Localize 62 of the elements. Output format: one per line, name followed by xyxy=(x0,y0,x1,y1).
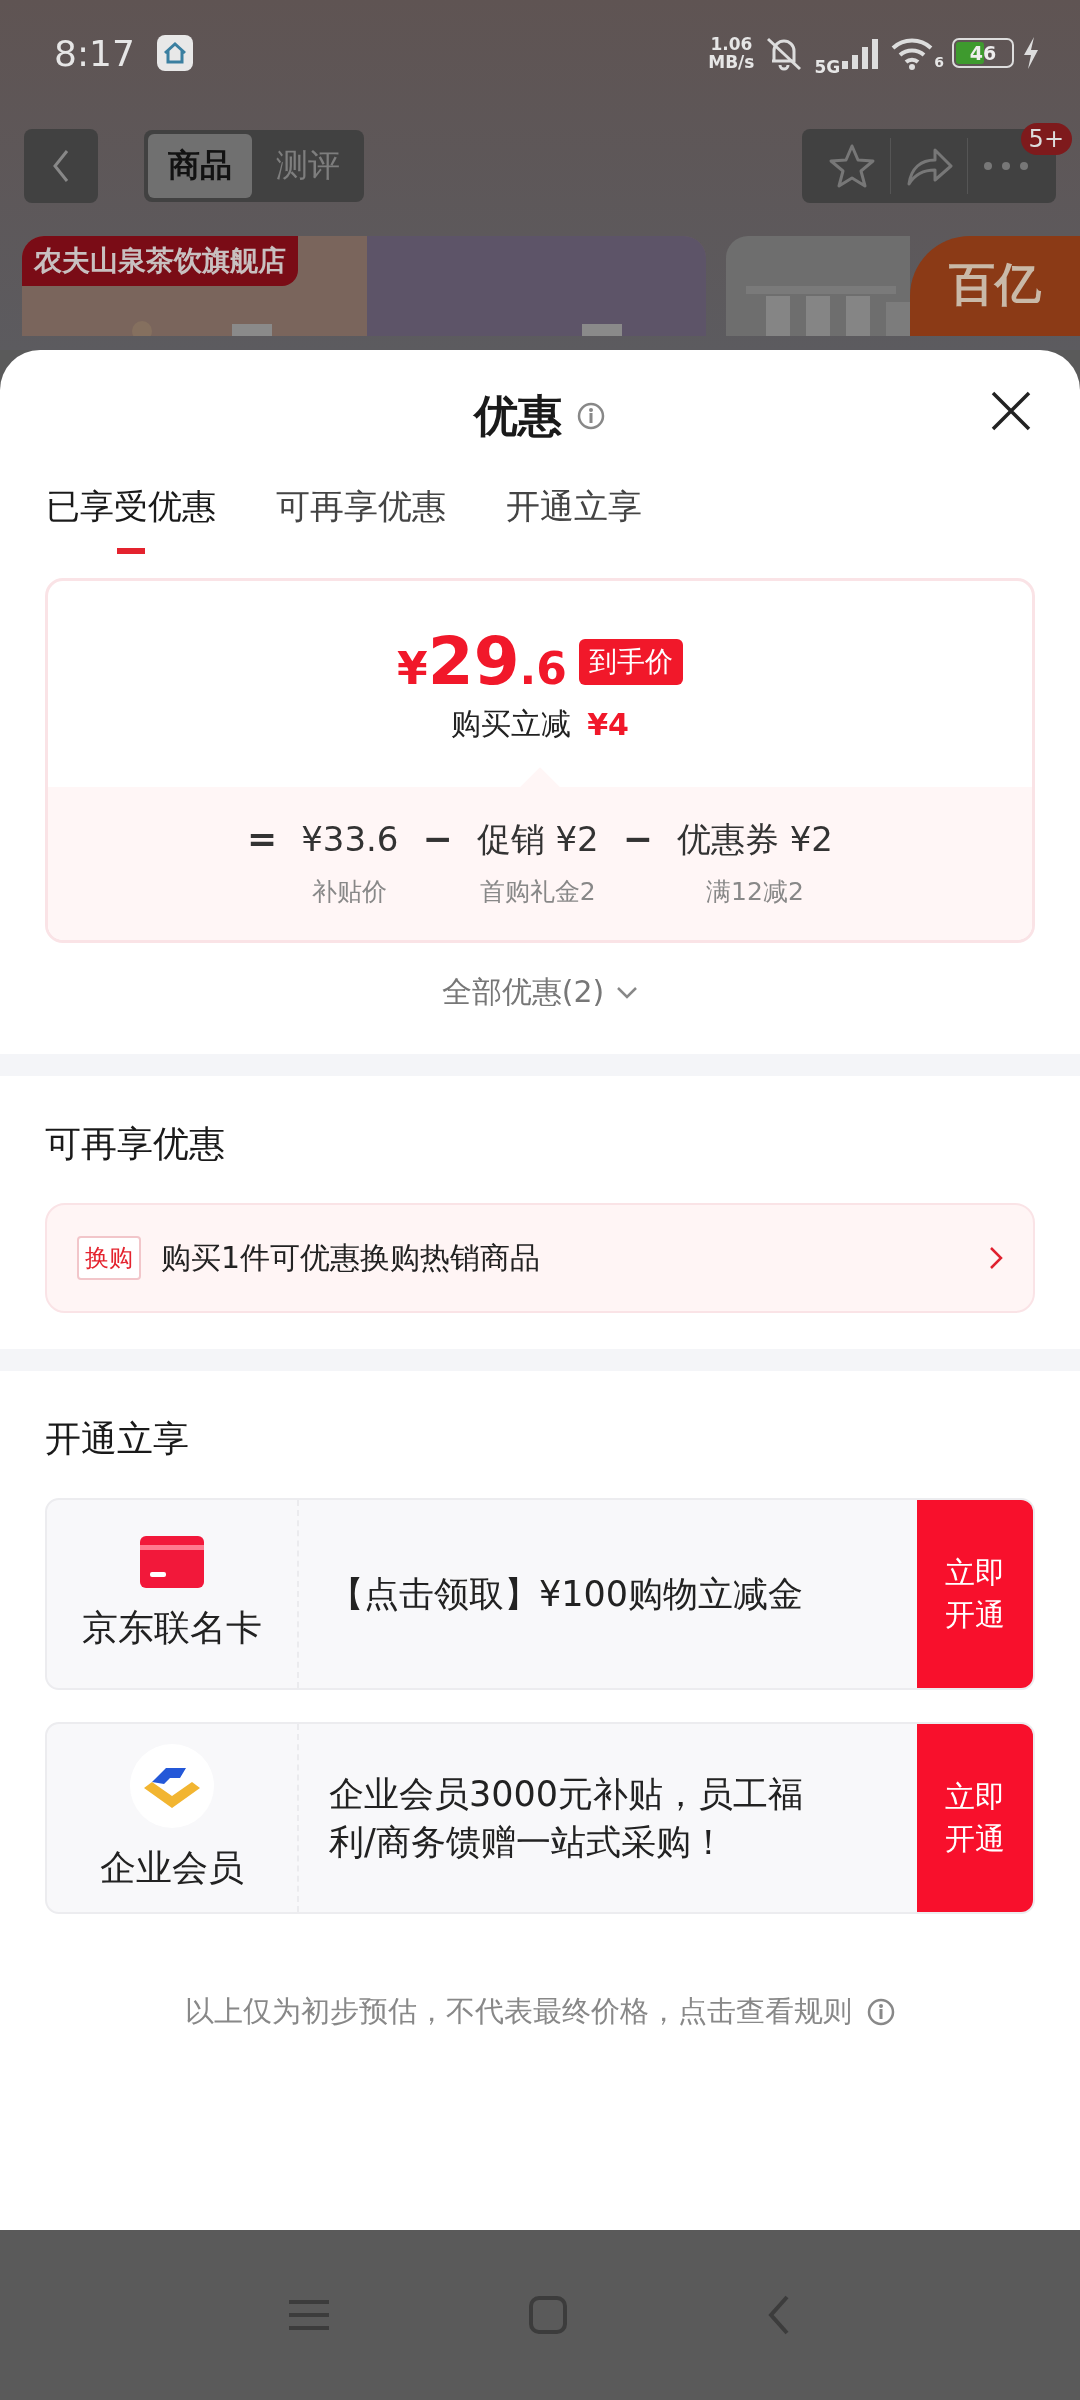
info-icon[interactable] xyxy=(865,1997,896,2027)
store-tag: 农夫山泉茶饮旗舰店 xyxy=(22,236,298,286)
charging-icon xyxy=(1022,37,1040,69)
wifi-icon xyxy=(890,36,935,70)
back-button[interactable] xyxy=(24,129,98,203)
home-icon xyxy=(529,2296,567,2334)
breakdown-amount: ¥33.6 xyxy=(301,818,399,861)
activate-button[interactable]: 立即开通 xyxy=(917,1500,1033,1688)
chevron-down-icon xyxy=(616,985,639,1000)
back-icon xyxy=(51,148,71,184)
promo-badge: 百亿 xyxy=(910,236,1080,336)
menu-button[interactable] xyxy=(289,2299,329,2331)
tab[interactable]: 开通立享 xyxy=(506,474,642,554)
sheet-title: 优惠 xyxy=(474,388,562,443)
operator-sign: − xyxy=(622,818,653,859)
section-title: 开通立享 xyxy=(45,1417,190,1461)
battery-level: 46 xyxy=(969,42,997,64)
benefit-name: 企业会员 xyxy=(100,1845,244,1890)
star-icon xyxy=(828,142,876,190)
offer-row[interactable]: 换购 购买1件可优惠换购热销商品 xyxy=(45,1203,1035,1313)
rules-note[interactable]: 以上仅为初步预估，不代表最终价格，点击查看规则 xyxy=(184,1992,852,2032)
clock-time: 8:17 xyxy=(54,32,135,74)
diamond-logo-icon xyxy=(130,1743,214,1828)
offer-tag: 换购 xyxy=(77,1236,141,1280)
benefit-name: 京东联名卡 xyxy=(82,1605,262,1650)
segment-tab[interactable]: 商品 xyxy=(148,134,252,198)
notification-badge: 5+ xyxy=(1020,123,1072,155)
wifi-standard-label: 6 xyxy=(934,54,944,70)
breakdown-amount: 促销 ¥2 xyxy=(476,818,599,861)
all-offers-link[interactable]: 全部优惠(2) xyxy=(435,971,645,1014)
network-type: 5G xyxy=(814,57,841,77)
tab[interactable]: 可再享优惠 xyxy=(276,474,446,554)
breakdown-note: 首购礼金2 xyxy=(479,876,596,908)
operator-sign: = xyxy=(247,818,278,859)
offer-text: 购买1件可优惠换购热销商品 xyxy=(161,1238,542,1277)
benefit-text: 【点击领取】¥100购物立减金 xyxy=(328,1573,805,1616)
close-icon xyxy=(990,390,1032,432)
app-notification-icon xyxy=(156,35,193,71)
back-nav-button[interactable] xyxy=(767,2295,791,2335)
activate-button[interactable]: 立即开通 xyxy=(917,1724,1033,1912)
network-speed-unit: MB/s xyxy=(708,53,755,71)
info-icon[interactable] xyxy=(576,401,606,431)
operator-sign: − xyxy=(422,818,453,859)
menu-icon xyxy=(289,2299,329,2331)
more-icon xyxy=(982,161,1030,171)
network-speed: 1.06 xyxy=(710,35,753,53)
breakdown-amount: 优惠券 ¥2 xyxy=(676,818,833,861)
price-tag: 到手价 xyxy=(578,638,683,685)
breakdown-note: 满12减2 xyxy=(706,876,804,908)
tab[interactable]: 已享受优惠 xyxy=(46,474,216,554)
saving-amount: ¥4 xyxy=(587,707,629,742)
saving-label: 购买立减 xyxy=(451,705,572,743)
segment-tab[interactable]: 测评 xyxy=(256,134,360,198)
close-button[interactable] xyxy=(990,390,1032,432)
home-button[interactable] xyxy=(529,2296,567,2334)
section-title: 可再享优惠 xyxy=(45,1122,226,1166)
benefit-text: 企业会员3000元补贴，员工福利/商务馈赠一站式采购！ xyxy=(328,1773,805,1864)
card-icon xyxy=(140,1535,204,1588)
chevron-right-icon xyxy=(989,1246,1003,1270)
breakdown-note: 补贴价 xyxy=(312,876,388,908)
final-price: ¥29.6 xyxy=(397,623,567,700)
back-icon xyxy=(767,2295,791,2335)
